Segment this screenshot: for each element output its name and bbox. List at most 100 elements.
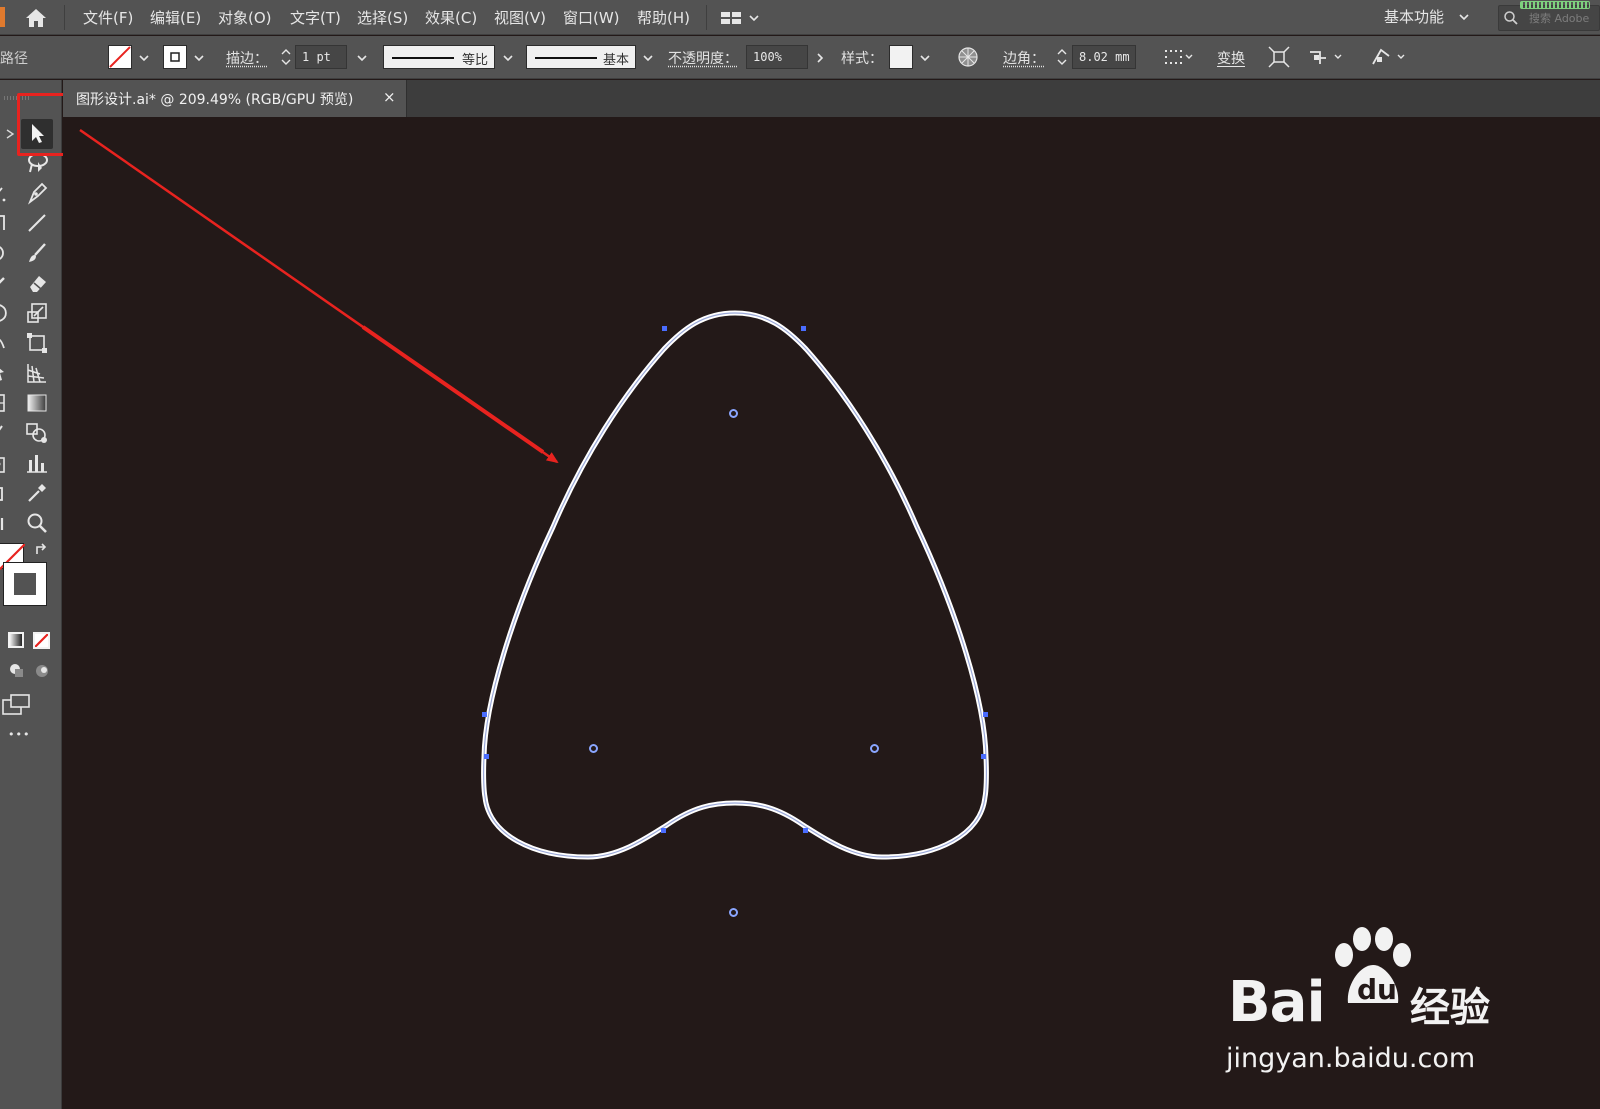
menu-select[interactable]: 选择(S) — [357, 7, 408, 28]
zoom-tool[interactable] — [24, 510, 50, 536]
anchor-point[interactable] — [983, 712, 988, 717]
baidu-jingyan-watermark: du Bai 经验 jingyan.baidu.com — [1226, 925, 1548, 1085]
edit-toolbar-button[interactable]: ••• — [8, 728, 30, 741]
eyedropper-tool[interactable] — [24, 480, 50, 506]
none-swatch-button[interactable] — [33, 632, 50, 649]
selected-path[interactable] — [481, 310, 989, 860]
anchor-point[interactable] — [482, 712, 487, 717]
shape-builder-tool[interactable] — [24, 420, 50, 446]
brush-preview — [535, 57, 597, 59]
corner-widget[interactable] — [870, 744, 879, 753]
menu-view[interactable]: 视图(V) — [494, 7, 546, 28]
corner-radius-field[interactable]: 8.02 mm — [1072, 45, 1136, 69]
corner-widget[interactable] — [729, 409, 738, 418]
anchor-point[interactable] — [981, 754, 986, 759]
anchor-point[interactable] — [484, 754, 489, 759]
corner-widget[interactable] — [729, 908, 738, 917]
default-stroke-swatch[interactable] — [3, 562, 47, 606]
anchor-point[interactable] — [801, 326, 806, 331]
width-tool-icon[interactable] — [0, 330, 10, 356]
chevron-down-icon[interactable] — [501, 51, 515, 65]
home-button[interactable] — [22, 6, 50, 30]
menu-separator — [706, 5, 707, 30]
hand-tool-icon[interactable] — [0, 510, 10, 536]
path-tools-icon[interactable] — [1369, 44, 1409, 70]
blend-tool-icon[interactable] — [0, 420, 10, 446]
chevron-down-icon[interactable] — [1458, 11, 1470, 23]
rectangle-tool-icon[interactable] — [0, 210, 10, 236]
gradient-swatch-button[interactable] — [8, 632, 24, 648]
chevron-down-icon[interactable] — [192, 51, 206, 65]
brush-definition[interactable]: 基本 — [526, 45, 636, 69]
menu-object[interactable]: 对象(O) — [218, 7, 272, 28]
chevron-down-icon[interactable] — [137, 51, 151, 65]
column-graph-tool[interactable] — [24, 450, 50, 476]
mesh-tool-icon[interactable] — [0, 390, 10, 416]
symbol-sprayer-tool-icon[interactable] — [0, 450, 10, 476]
eraser-tool[interactable] — [24, 270, 50, 296]
brush-tool[interactable] — [24, 240, 50, 266]
menu-window[interactable]: 窗口(W) — [563, 7, 620, 28]
menu-edit[interactable]: 编辑(E) — [150, 7, 201, 28]
variable-width-profile[interactable]: 等比 — [383, 45, 495, 69]
chevron-right-icon[interactable] — [813, 51, 827, 65]
swap-colors-icon[interactable] — [34, 542, 50, 558]
pencil-tool-icon[interactable] — [0, 270, 10, 296]
screen-mode-icon[interactable] — [2, 694, 32, 716]
arrange-documents-button[interactable] — [720, 8, 762, 28]
pen-tool[interactable] — [24, 180, 50, 206]
scale-tool[interactable] — [24, 300, 50, 326]
graphic-style-swatch[interactable] — [889, 45, 913, 69]
corner-widget[interactable] — [589, 744, 598, 753]
corner-label[interactable]: 边角： — [1003, 48, 1045, 68]
stroke-label[interactable]: 描边： — [226, 48, 268, 68]
direct-selection-tool[interactable] — [0, 120, 15, 146]
fill-swatch[interactable] — [108, 45, 132, 69]
menu-type[interactable]: 文字(T) — [290, 7, 341, 28]
curvature-tool-icon[interactable] — [0, 180, 10, 206]
puppet-warp-tool-icon[interactable] — [0, 360, 10, 386]
opacity-label[interactable]: 不透明度： — [668, 48, 738, 68]
menu-effect[interactable]: 效果(C) — [425, 7, 477, 28]
transform-link[interactable]: 变换 — [1217, 48, 1245, 68]
watermark-brand: Bai — [1228, 970, 1326, 1035]
ellipse-tool-icon[interactable] — [0, 240, 10, 266]
draw-inside-icon[interactable] — [33, 662, 51, 680]
stroke-weight-field[interactable]: 1 pt — [295, 45, 347, 69]
isolate-object-icon[interactable] — [1266, 44, 1292, 70]
draw-behind-icon[interactable] — [8, 662, 26, 680]
stepper-icon[interactable] — [1055, 45, 1069, 69]
workspace-switcher[interactable]: 基本功能 — [1384, 6, 1444, 27]
line-tool[interactable] — [24, 210, 50, 236]
align-options-icon[interactable] — [1162, 44, 1196, 70]
stroke-swatch[interactable] — [163, 45, 187, 69]
stepper-icon[interactable] — [279, 45, 293, 69]
free-transform-tool[interactable] — [24, 330, 50, 356]
chevron-down-icon[interactable] — [918, 51, 932, 65]
anchor-point[interactable] — [662, 326, 667, 331]
baidu-paw-logo: du — [1335, 927, 1411, 1005]
style-label: 样式： — [841, 51, 883, 67]
watermark-product: 经验 — [1410, 985, 1490, 1031]
control-bar: 路径 描边： 1 pt 等比 基本 不透明度： 100% 样式： 边角： 8.0… — [0, 36, 1600, 79]
close-tab-button[interactable]: × — [383, 88, 396, 106]
menu-help[interactable]: 帮助(H) — [637, 7, 690, 28]
anchor-point[interactable] — [803, 828, 808, 833]
menu-file[interactable]: 文件(F) — [83, 7, 133, 28]
anchor-options-icon[interactable] — [1306, 44, 1346, 70]
fill-stroke-widget[interactable] — [0, 538, 50, 610]
annotation-arrow-shaft-thick — [361, 325, 545, 454]
rotate-tool-icon[interactable] — [0, 300, 10, 326]
chevron-down-icon[interactable] — [641, 51, 655, 65]
artboard-tool-icon[interactable] — [0, 480, 10, 506]
chevron-down-icon[interactable] — [355, 51, 369, 65]
anchor-point[interactable] — [661, 828, 666, 833]
document-tab[interactable]: 图形设计.ai* @ 209.49% (RGB/GPU 预览) × — [63, 80, 407, 117]
scale-icon — [27, 303, 47, 323]
opacity-field[interactable]: 100% — [746, 45, 808, 69]
recolor-artwork-icon[interactable] — [955, 44, 981, 70]
selected-path-highlight — [482, 312, 988, 858]
perspective-grid-tool[interactable] — [24, 360, 50, 386]
gradient-tool[interactable] — [24, 390, 50, 416]
brush-label: 基本 — [602, 53, 629, 68]
